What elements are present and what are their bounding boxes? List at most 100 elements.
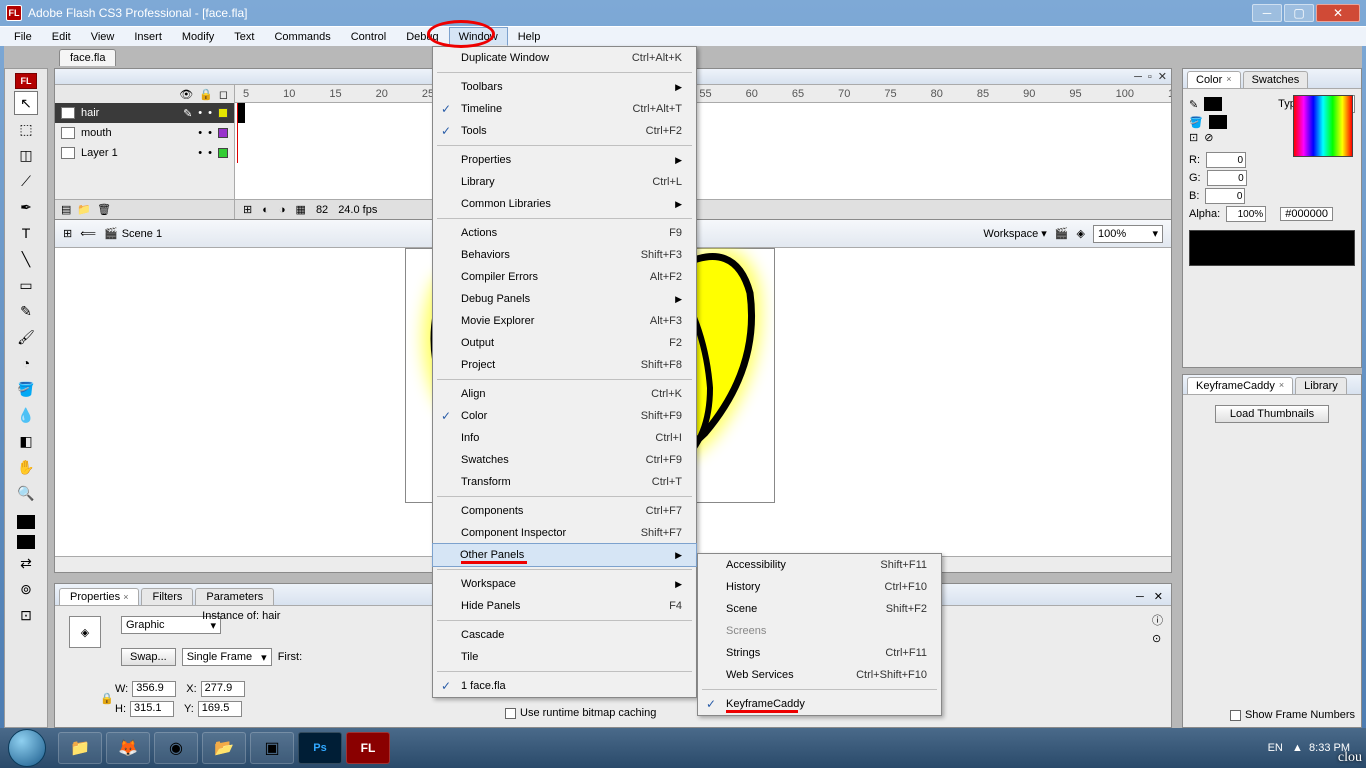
taskbar-chrome-icon[interactable]: ◉ [154,732,198,764]
lock-wh-icon[interactable]: 🔒 [100,692,114,705]
load-thumbnails-button[interactable]: Load Thumbnails [1215,405,1329,423]
stroke-swatch[interactable] [1204,97,1222,111]
x-field[interactable]: 277.9 [201,681,245,697]
menu-text[interactable]: Text [224,27,264,46]
menu-item-keyframecaddy[interactable]: ✓KeyframeCaddy [698,693,941,715]
menu-item-properties[interactable]: Properties▶ [433,149,696,171]
timeline-ruler[interactable]: 5101520253035404550556065707580859095100… [235,85,1171,103]
menu-item-common-libraries[interactable]: Common Libraries▶ [433,193,696,215]
edit-multiple-icon[interactable]: ▦ [296,203,306,216]
menu-view[interactable]: View [81,27,125,46]
lasso-tool[interactable]: ⟋ [14,169,38,193]
menu-item-library[interactable]: LibraryCtrl+L [433,171,696,193]
show-frame-numbers-checkbox[interactable]: Show Frame Numbers [1230,709,1355,721]
taskbar-tray-icon[interactable]: ▲ [1292,742,1303,754]
zoom-combo[interactable]: 100%▾ [1093,225,1163,243]
tab-properties[interactable]: Properties × [59,588,139,605]
no-color-icon[interactable]: ⊘ [1204,131,1213,144]
menu-item-tile[interactable]: Tile [433,646,696,668]
edit-symbol-icon[interactable]: ◈ [1077,227,1085,240]
menu-item-info[interactable]: InfoCtrl+I [433,427,696,449]
fill-swatch[interactable] [1209,115,1227,129]
doc-restore-icon[interactable]: ▫ [1148,71,1152,83]
height-field[interactable]: 315.1 [130,701,174,717]
doc-close-icon[interactable]: ✕ [1158,70,1167,83]
layer-row[interactable]: mouth•• [55,123,234,143]
menu-control[interactable]: Control [341,27,396,46]
line-tool[interactable]: ╲ [14,247,38,271]
menu-item-compiler-errors[interactable]: Compiler ErrorsAlt+F2 [433,266,696,288]
document-tab[interactable]: face.fla [59,49,116,66]
snap-button[interactable]: ⊚ [14,577,38,601]
rectangle-tool[interactable]: ▭ [14,273,38,297]
hue-picker[interactable] [1293,95,1353,157]
menu-item-1-face-fla[interactable]: ✓1 face.fla [433,675,696,697]
y-field[interactable]: 169.5 [198,701,242,717]
menu-item-duplicate-window[interactable]: Duplicate WindowCtrl+Alt+K [433,47,696,69]
menu-item-web-services[interactable]: Web ServicesCtrl+Shift+F10 [698,664,941,686]
menu-item-swatches[interactable]: SwatchesCtrl+F9 [433,449,696,471]
onion-outline-icon[interactable]: ◑ [279,204,286,216]
taskbar-folder-icon[interactable]: 📂 [202,732,246,764]
menu-edit[interactable]: Edit [42,27,81,46]
center-frame-icon[interactable]: ⊞ [243,203,252,216]
r-input[interactable]: 0 [1206,152,1246,168]
timeline-frames[interactable] [235,103,1171,199]
tab-keyframecaddy[interactable]: KeyframeCaddy× [1187,377,1293,394]
delete-layer-icon[interactable]: 🗑 [97,203,111,216]
loop-combo[interactable]: Single Frame▾ [182,648,272,666]
subselection-tool[interactable]: ⬚ [14,117,38,141]
options-button[interactable]: ⊡ [14,603,38,627]
menu-item-component-inspector[interactable]: Component InspectorShift+F7 [433,522,696,544]
menu-item-timeline[interactable]: ✓TimelineCtrl+Alt+T [433,98,696,120]
tab-library[interactable]: Library [1295,377,1347,394]
hand-tool[interactable]: ✋ [14,455,38,479]
menu-commands[interactable]: Commands [264,27,340,46]
close-button[interactable]: ✕ [1316,4,1360,22]
menu-item-toolbars[interactable]: Toolbars▶ [433,76,696,98]
swap-colors-button[interactable]: ⇄ [14,551,38,575]
lock-column-icon[interactable]: 🔒 [199,88,213,101]
swap-button[interactable]: Swap... [121,648,176,666]
selection-tool[interactable]: ↖ [14,91,38,115]
g-input[interactable]: 0 [1207,170,1247,186]
menu-debug[interactable]: Debug [396,27,448,46]
taskbar-photoshop-icon[interactable]: Ps [298,732,342,764]
width-field[interactable]: 356.9 [132,681,176,697]
menu-item-workspace[interactable]: Workspace▶ [433,573,696,595]
menu-item-cascade[interactable]: Cascade [433,624,696,646]
menu-window[interactable]: Window [449,27,508,46]
back-icon[interactable]: ⟸ [80,227,96,240]
menu-item-components[interactable]: ComponentsCtrl+F7 [433,500,696,522]
menu-item-hide-panels[interactable]: Hide PanelsF4 [433,595,696,617]
taskbar-firefox-icon[interactable]: 🦊 [106,732,150,764]
start-button[interactable] [8,729,46,767]
menu-item-color[interactable]: ✓ColorShift+F9 [433,405,696,427]
menu-item-movie-explorer[interactable]: Movie ExplorerAlt+F3 [433,310,696,332]
workspace-dropdown[interactable]: Workspace ▾ [983,227,1046,240]
menu-item-debug-panels[interactable]: Debug Panels▶ [433,288,696,310]
edit-scene-icon[interactable]: 🎬 [1055,227,1069,240]
menu-item-strings[interactable]: StringsCtrl+F11 [698,642,941,664]
menu-item-transform[interactable]: TransformCtrl+T [433,471,696,493]
zoom-tool[interactable]: 🔍 [14,481,38,505]
eyedropper-tool[interactable]: 💧 [14,403,38,427]
menu-item-tools[interactable]: ✓ToolsCtrl+F2 [433,120,696,142]
new-layer-icon[interactable]: ▤ [61,203,71,216]
panel-minimize-icon[interactable]: ─ [1132,589,1148,605]
tab-color[interactable]: Color× [1187,71,1241,88]
scene-name[interactable]: Scene 1 [122,228,162,240]
runtime-caching-checkbox[interactable]: Use runtime bitmap caching [505,707,656,719]
layer-row[interactable]: hair✎•• [55,103,234,123]
pencil-tool[interactable]: ✎ [14,299,38,323]
onion-skin-icon[interactable]: ◐ [262,204,269,216]
menu-item-behaviors[interactable]: BehaviorsShift+F3 [433,244,696,266]
pen-tool[interactable]: ✒ [14,195,38,219]
tab-swatches[interactable]: Swatches [1243,71,1309,88]
layer-row[interactable]: Layer 1•• [55,143,234,163]
menu-help[interactable]: Help [508,27,551,46]
panel-options-icon[interactable]: ⊙ [1152,632,1163,645]
taskbar-app-icon[interactable]: ▣ [250,732,294,764]
swap-icon[interactable]: ⊡ [1189,131,1198,144]
menu-item-actions[interactable]: ActionsF9 [433,222,696,244]
